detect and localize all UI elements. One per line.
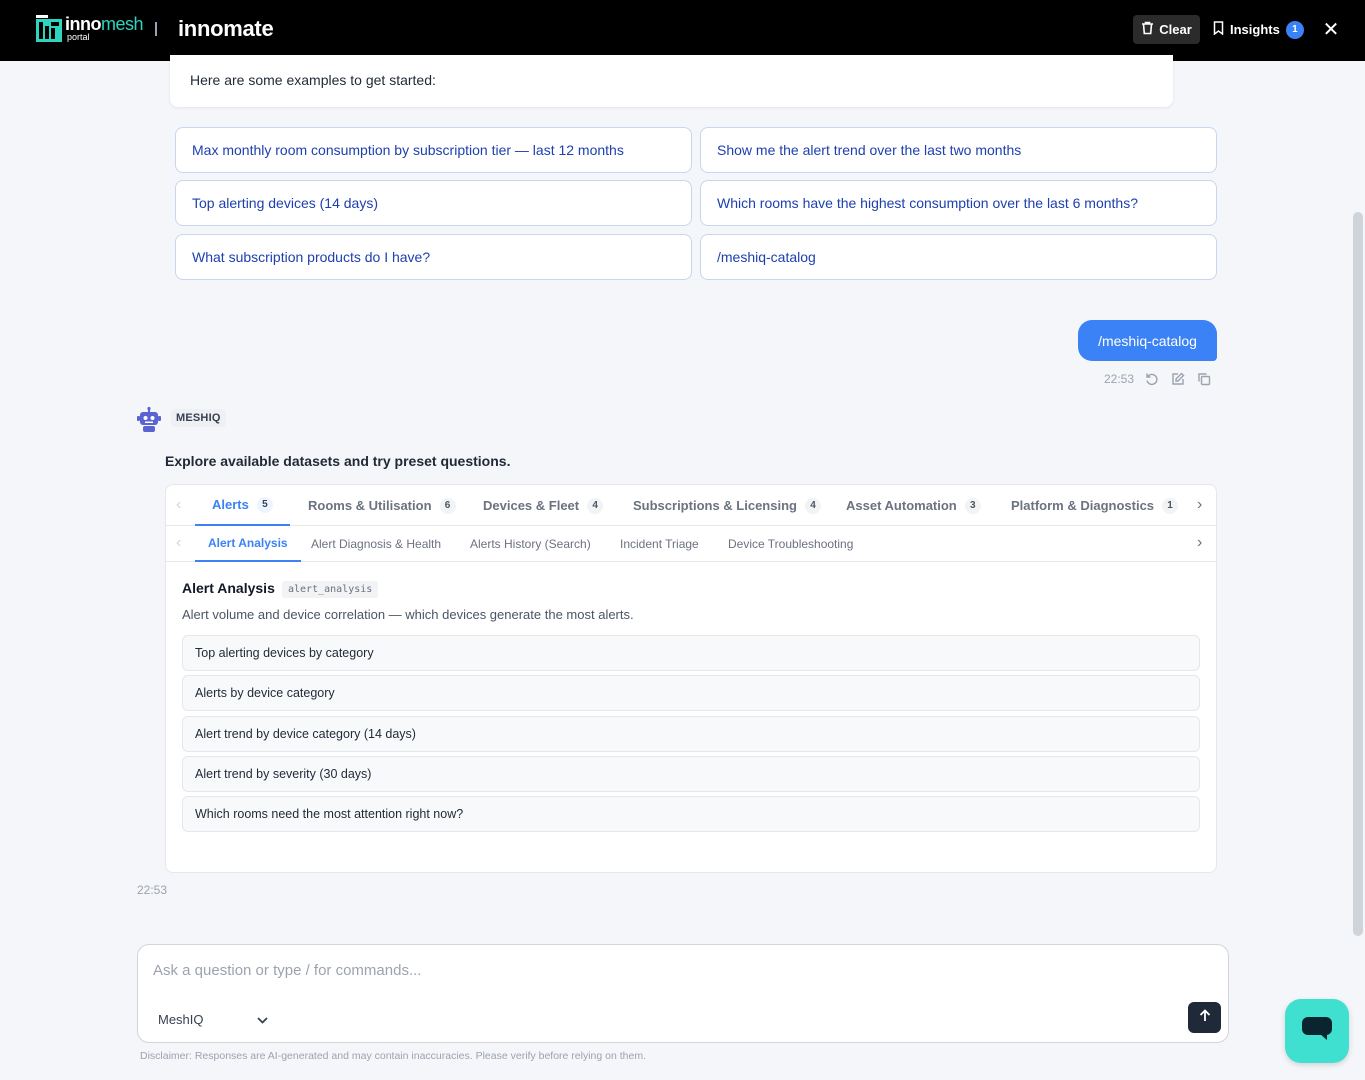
model-select-value: MeshIQ	[158, 1011, 204, 1027]
chat-launcher-button[interactable]	[1285, 999, 1349, 1063]
copy-icon[interactable]	[1195, 370, 1212, 387]
logo-subtitle: portal	[67, 32, 90, 42]
send-button[interactable]	[1188, 1002, 1221, 1033]
welcome-card: Here are some examples to get started:	[170, 55, 1173, 107]
logo-wordmark: innomesh	[65, 14, 144, 34]
logo-mark-icon	[36, 15, 62, 42]
close-icon[interactable]: ✕	[1320, 18, 1342, 41]
tab-count: 4	[804, 497, 821, 514]
dataset-catalog: ‹ Alerts 5 Rooms & Utilisation 6 Devices…	[165, 484, 1217, 873]
retry-icon[interactable]	[1143, 370, 1160, 387]
message-composer: MeshIQ	[137, 944, 1229, 1043]
subtab-alert-diagnosis-health[interactable]: Alert Diagnosis & Health	[311, 526, 441, 562]
suggestion-chip[interactable]: What subscription products do I have?	[175, 234, 692, 280]
edit-icon[interactable]	[1169, 370, 1186, 387]
suggestion-chip[interactable]: /meshiq-catalog	[700, 234, 1217, 280]
insights-label: Insights	[1230, 22, 1280, 37]
subtab-alerts-history[interactable]: Alerts History (Search)	[470, 526, 591, 562]
tab-platform-diagnostics[interactable]: Platform & Diagnostics 1	[1011, 485, 1179, 526]
user-message-meta: 22:53	[1104, 370, 1212, 387]
clear-label: Clear	[1159, 22, 1192, 37]
tabs-scroll-right-icon[interactable]: ›	[1197, 496, 1202, 514]
robot-icon	[137, 406, 161, 433]
subtab-incident-triage[interactable]: Incident Triage	[620, 526, 699, 562]
header-separator	[155, 22, 157, 36]
clear-button[interactable]: Clear	[1133, 15, 1200, 44]
tab-rooms-utilisation[interactable]: Rooms & Utilisation 6	[308, 485, 456, 526]
trash-icon	[1141, 21, 1154, 38]
tab-count: 6	[439, 497, 456, 514]
disclaimer-text: Disclaimer: Responses are AI-generated a…	[140, 1050, 647, 1062]
assistant-message-time: 22:53	[137, 883, 168, 897]
dataset-subtabs: ‹ Alert Analysis Alert Diagnosis & Healt…	[166, 526, 1216, 562]
chat-bubble-icon	[1301, 1016, 1333, 1047]
tab-count: 1	[1162, 497, 1179, 514]
subtabs-scroll-right-icon[interactable]: ›	[1197, 534, 1202, 552]
subtabs-scroll-left-icon[interactable]: ‹	[176, 534, 181, 552]
preset-question[interactable]: Alert trend by device category (14 days)	[182, 716, 1200, 752]
welcome-text: Here are some examples to get started:	[190, 72, 436, 88]
assistant-name-badge: MESHIQ	[171, 409, 226, 427]
subtab-device-troubleshooting[interactable]: Device Troubleshooting	[728, 526, 853, 562]
bookmark-icon	[1213, 21, 1224, 38]
preset-question[interactable]: Alert trend by severity (30 days)	[182, 756, 1200, 792]
suggestion-chip[interactable]: Which rooms have the highest consumption…	[700, 180, 1217, 226]
user-message-text: /meshiq-catalog	[1098, 332, 1197, 349]
tab-count: 3	[964, 497, 981, 514]
preset-question[interactable]: Alerts by device category	[182, 675, 1200, 711]
app-title: innomate	[178, 16, 274, 41]
user-message-time: 22:53	[1104, 371, 1135, 386]
dataset-code: alert_analysis	[282, 581, 379, 598]
insights-count-badge: 1	[1285, 20, 1304, 39]
suggestion-chip[interactable]: Max monthly room consumption by subscrip…	[175, 127, 692, 173]
tab-count: 5	[256, 496, 273, 513]
scrollbar-thumb[interactable]	[1353, 212, 1363, 936]
user-message-bubble: /meshiq-catalog	[1078, 320, 1217, 361]
tab-devices-fleet[interactable]: Devices & Fleet 4	[483, 485, 604, 526]
preset-question[interactable]: Top alerting devices by category	[182, 635, 1200, 671]
subtab-alert-analysis[interactable]: Alert Analysis	[195, 526, 301, 562]
tab-alerts[interactable]: Alerts 5	[195, 485, 290, 526]
top-bar: innomesh portal innomate Clear Insights …	[0, 0, 1365, 61]
tab-subscriptions-licensing[interactable]: Subscriptions & Licensing 4	[633, 485, 821, 526]
suggestion-chip[interactable]: Top alerting devices (14 days)	[175, 180, 692, 226]
innomesh-logo[interactable]: innomesh portal	[36, 14, 144, 42]
insights-button[interactable]: Insights 1	[1213, 15, 1304, 44]
arrow-up-icon	[1199, 1008, 1211, 1027]
chat-input[interactable]	[153, 959, 1153, 981]
preset-question[interactable]: Which rooms need the most attention righ…	[182, 796, 1200, 832]
dataset-title: Alert Analysis	[182, 580, 275, 596]
chevron-down-icon	[257, 1012, 268, 1027]
assistant-intro-text: Explore available datasets and try prese…	[165, 453, 511, 469]
model-select[interactable]: MeshIQ	[158, 1009, 268, 1029]
tab-asset-automation[interactable]: Asset Automation 3	[846, 485, 981, 526]
suggestion-chip[interactable]: Show me the alert trend over the last tw…	[700, 127, 1217, 173]
tab-count: 4	[587, 497, 604, 514]
tabs-scroll-left-icon[interactable]: ‹	[176, 496, 181, 514]
dataset-description: Alert volume and device correlation — wh…	[182, 607, 634, 622]
category-tabs: ‹ Alerts 5 Rooms & Utilisation 6 Devices…	[166, 485, 1216, 526]
